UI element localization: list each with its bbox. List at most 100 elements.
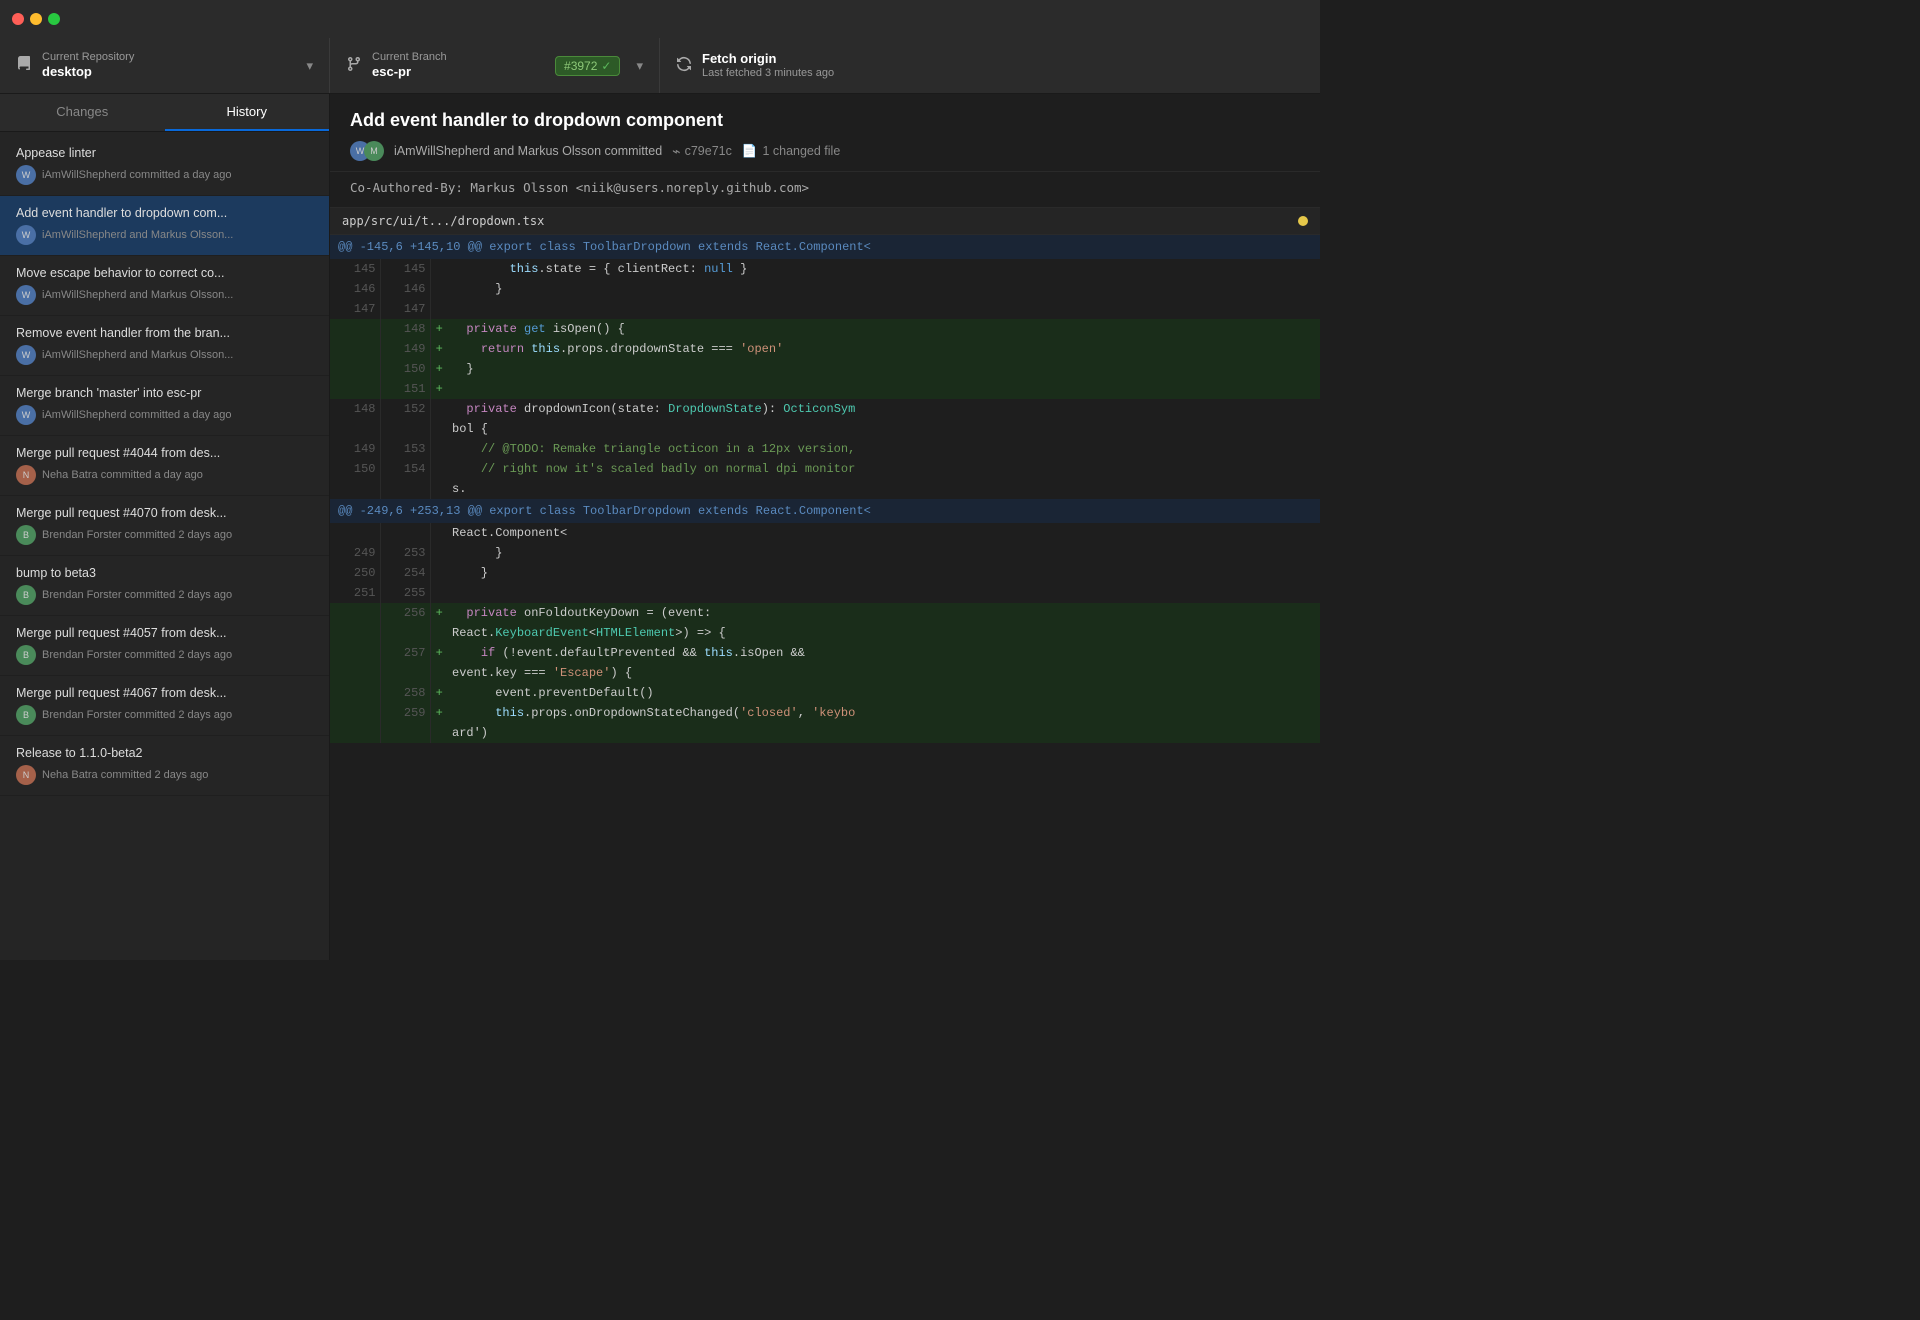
branch-section[interactable]: Current Branch esc-pr #3972 ✓ ▾: [330, 38, 660, 93]
commit-author: Neha Batra committed a day ago: [42, 469, 203, 481]
commit-meta: B Brendan Forster committed 2 days ago: [16, 525, 313, 545]
diff-hunk-2: @@ -249,6 +253,13 @@ export class Toolba…: [330, 499, 1320, 523]
changed-files-count: 1 changed file: [762, 144, 840, 158]
commit-meta: W M iAmWillShepherd and Markus Olsson co…: [350, 141, 1300, 161]
diff-hunk-1: @@ -145,6 +145,10 @@ export class Toolba…: [330, 235, 1320, 259]
avatar: B: [16, 705, 36, 725]
repo-label: Current Repository: [42, 51, 298, 64]
branch-texts: Current Branch esc-pr: [372, 51, 555, 80]
avatar: W: [16, 165, 36, 185]
pr-badge: #3972 ✓: [555, 56, 620, 76]
diff-row: 149 153 // @TODO: Remake triangle octico…: [330, 439, 1320, 459]
avatar: W: [16, 345, 36, 365]
commit-author: Brendan Forster committed 2 days ago: [42, 529, 232, 541]
diff-row: 150 154 // right now it's scaled badly o…: [330, 459, 1320, 479]
commit-title: Add event handler to dropdown component: [350, 110, 1300, 131]
commit-item[interactable]: Move escape behavior to correct co... W …: [0, 256, 329, 316]
commit-author: Brendan Forster committed 2 days ago: [42, 649, 232, 661]
commit-title: Appease linter: [16, 146, 313, 160]
check-icon: ✓: [601, 59, 611, 73]
commit-item[interactable]: Merge pull request #4057 from desk... B …: [0, 616, 329, 676]
avatar-markus: M: [364, 141, 384, 161]
commit-title: bump to beta3: [16, 566, 313, 580]
commit-meta: W iAmWillShepherd and Markus Olsson...: [16, 285, 313, 305]
tab-changes[interactable]: Changes: [0, 94, 165, 131]
commit-author: Brendan Forster committed 2 days ago: [42, 709, 232, 721]
commit-item[interactable]: Merge pull request #4070 from desk... B …: [0, 496, 329, 556]
avatar: N: [16, 765, 36, 785]
avatar: W: [16, 225, 36, 245]
commit-meta: W iAmWillShepherd committed a day ago: [16, 405, 313, 425]
diff-row: 251 255: [330, 583, 1320, 603]
fetch-label: Fetch origin: [702, 51, 1304, 67]
commit-title: Merge pull request #4057 from desk...: [16, 626, 313, 640]
commit-meta: W iAmWillShepherd and Markus Olsson...: [16, 225, 313, 245]
main-content: Add event handler to dropdown component …: [330, 94, 1320, 960]
commit-list: Appease linter W iAmWillShepherd committ…: [0, 132, 329, 960]
repo-section[interactable]: Current Repository desktop ▾: [0, 38, 330, 93]
commit-author: iAmWillShepherd and Markus Olsson...: [42, 289, 233, 301]
minimize-button[interactable]: [30, 13, 42, 25]
commit-title: Move escape behavior to correct co...: [16, 266, 313, 280]
changed-files: 📄 1 changed file: [742, 144, 840, 159]
commit-meta: B Brendan Forster committed 2 days ago: [16, 645, 313, 665]
commit-item[interactable]: Merge pull request #4044 from des... N N…: [0, 436, 329, 496]
avatar: N: [16, 465, 36, 485]
diff-row: 249 253 }: [330, 543, 1320, 563]
fetch-sub: Last fetched 3 minutes ago: [702, 67, 1304, 80]
commit-meta: N Neha Batra committed 2 days ago: [16, 765, 313, 785]
close-button[interactable]: [12, 13, 24, 25]
branch-name: esc-pr: [372, 64, 555, 80]
branch-icon: [346, 56, 362, 75]
fetch-icon: [676, 56, 692, 75]
avatar: W: [16, 285, 36, 305]
commit-item[interactable]: Remove event handler from the bran... W …: [0, 316, 329, 376]
commit-item[interactable]: Appease linter W iAmWillShepherd committ…: [0, 136, 329, 196]
commit-title: Merge branch 'master' into esc-pr: [16, 386, 313, 400]
diff-row-added: React.KeyboardEvent<HTMLElement>) => {: [330, 623, 1320, 643]
commit-item[interactable]: Merge branch 'master' into esc-pr W iAmW…: [0, 376, 329, 436]
diff-area[interactable]: app/src/ui/t.../dropdown.tsx @@ -145,6 +…: [330, 208, 1320, 960]
avatar: W: [16, 405, 36, 425]
repo-icon: [16, 56, 32, 75]
commit-title: Remove event handler from the bran...: [16, 326, 313, 340]
commit-item[interactable]: Merge pull request #4067 from desk... B …: [0, 676, 329, 736]
diff-row: bol {: [330, 419, 1320, 439]
sidebar: Changes History Appease linter W iAmWill…: [0, 94, 330, 960]
diff-row-added: 259 + this.props.onDropdownStateChanged(…: [330, 703, 1320, 723]
commit-author: iAmWillShepherd committed a day ago: [42, 409, 232, 421]
commit-meta: W iAmWillShepherd and Markus Olsson...: [16, 345, 313, 365]
repo-chevron-icon: ▾: [306, 58, 313, 74]
diff-row-added: ard'): [330, 723, 1320, 743]
fetch-texts: Fetch origin Last fetched 3 minutes ago: [702, 51, 1304, 80]
diff-row: 146 146 }: [330, 279, 1320, 299]
tab-history[interactable]: History: [165, 94, 330, 131]
sha-icon: ⌁: [672, 143, 680, 160]
commit-item[interactable]: Add event handler to dropdown com... W i…: [0, 196, 329, 256]
sha-value: c79e71c: [685, 144, 732, 158]
commit-message: Co-Authored-By: Markus Olsson <niik@user…: [330, 172, 1320, 208]
commit-meta: B Brendan Forster committed 2 days ago: [16, 585, 313, 605]
traffic-lights: [12, 13, 60, 25]
commit-title: Merge pull request #4067 from desk...: [16, 686, 313, 700]
repo-name: desktop: [42, 64, 298, 80]
diff-row: 147 147: [330, 299, 1320, 319]
branch-chevron-icon: ▾: [636, 58, 643, 74]
commit-author: Neha Batra committed 2 days ago: [42, 769, 208, 781]
diff-row-added: 149 + return this.props.dropdownState ==…: [330, 339, 1320, 359]
file-icon: 📄: [742, 144, 758, 159]
diff-table: @@ -145,6 +145,10 @@ export class Toolba…: [330, 235, 1320, 743]
branch-label: Current Branch: [372, 51, 555, 64]
commit-item[interactable]: Release to 1.1.0-beta2 N Neha Batra comm…: [0, 736, 329, 796]
fetch-section[interactable]: Fetch origin Last fetched 3 minutes ago: [660, 38, 1320, 93]
commit-author: Brendan Forster committed 2 days ago: [42, 589, 232, 601]
repo-texts: Current Repository desktop: [42, 51, 298, 80]
titlebar: [0, 0, 1320, 38]
maximize-button[interactable]: [48, 13, 60, 25]
diff-row: 145 145 this.state = { clientRect: null …: [330, 259, 1320, 279]
sidebar-tabs: Changes History: [0, 94, 329, 132]
commit-item[interactable]: bump to beta3 B Brendan Forster committe…: [0, 556, 329, 616]
diff-row-added: 258 + event.preventDefault(): [330, 683, 1320, 703]
pr-number: #3972: [564, 59, 597, 73]
commit-authors: iAmWillShepherd and Markus Olsson commit…: [394, 144, 662, 158]
